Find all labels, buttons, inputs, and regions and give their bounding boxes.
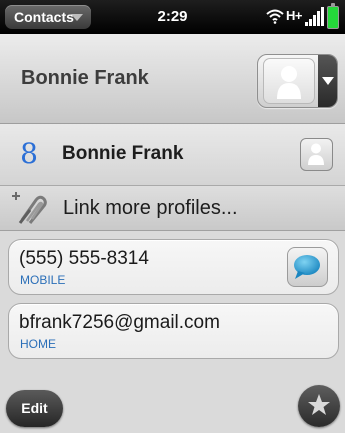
email-address: bfrank7256@gmail.com bbox=[19, 312, 220, 333]
link-more-profiles-button[interactable]: Link more profiles... bbox=[0, 186, 345, 231]
contact-name: Bonnie Frank bbox=[21, 67, 149, 89]
network-type-label: H+ bbox=[286, 8, 302, 23]
edit-button[interactable]: Edit bbox=[6, 390, 63, 427]
person-placeholder-icon bbox=[277, 66, 301, 99]
phone-number: (555) 555-8314 bbox=[19, 248, 149, 269]
avatar bbox=[263, 58, 315, 104]
phone-type-label: MOBILE bbox=[20, 273, 66, 287]
contact-header: Bonnie Frank bbox=[0, 34, 345, 124]
star-icon bbox=[308, 394, 330, 415]
edit-label: Edit bbox=[21, 400, 48, 416]
person-placeholder-icon bbox=[300, 138, 333, 171]
link-more-profiles-label: Link more profiles... bbox=[63, 197, 238, 219]
wifi-icon bbox=[266, 8, 284, 29]
chevron-down-icon bbox=[318, 55, 337, 107]
linked-profile-google[interactable]: 8 Bonnie Frank bbox=[0, 124, 345, 186]
paperclip-plus-icon bbox=[10, 190, 50, 231]
signal-icon bbox=[305, 7, 325, 32]
battery-icon bbox=[327, 3, 339, 29]
email-type-label: HOME bbox=[20, 337, 56, 351]
linked-profile-name: Bonnie Frank bbox=[62, 143, 184, 164]
favorite-button[interactable] bbox=[298, 385, 340, 427]
google-icon: 8 bbox=[20, 137, 38, 170]
email-field[interactable]: bfrank7256@gmail.com HOME bbox=[8, 303, 339, 359]
send-message-button[interactable] bbox=[287, 247, 328, 287]
avatar-picker-button[interactable] bbox=[257, 54, 338, 108]
chat-bubble-icon bbox=[294, 255, 320, 279]
phone-field[interactable]: (555) 555-8314 MOBILE bbox=[8, 239, 339, 295]
status-bar: Contacts 2:29 H+ bbox=[0, 0, 345, 34]
